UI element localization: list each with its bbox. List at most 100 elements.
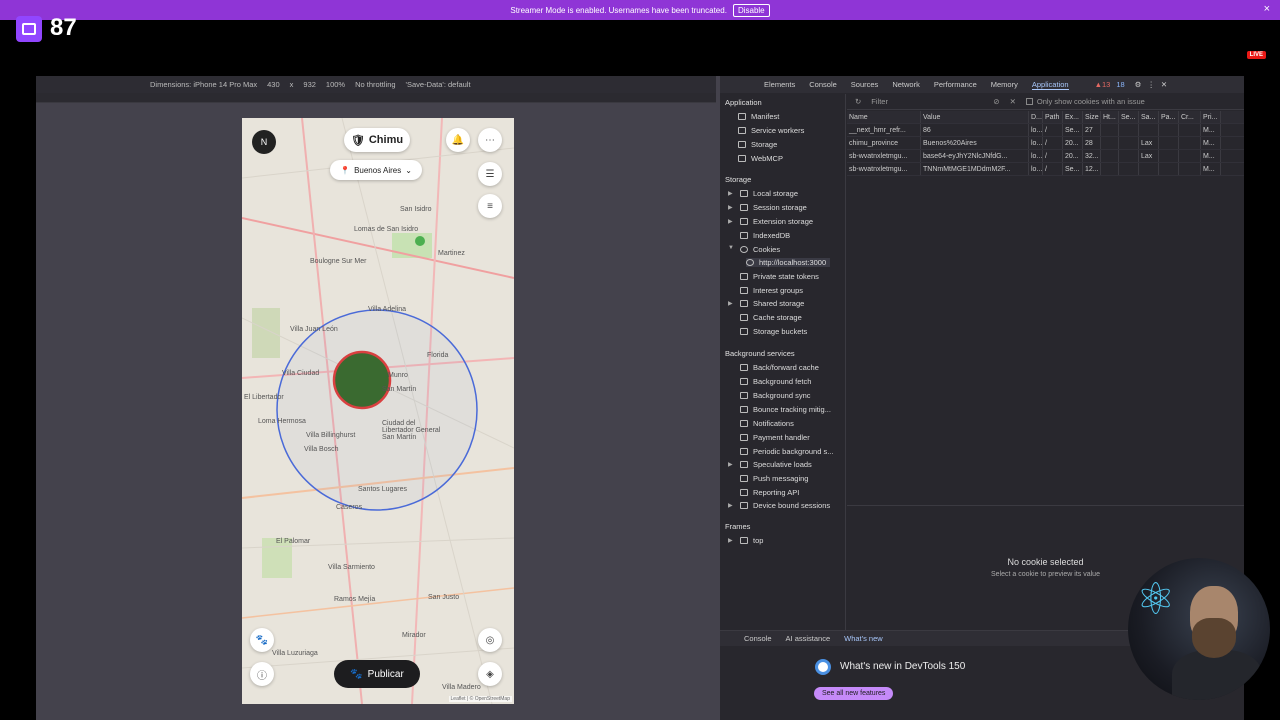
compass-icon[interactable]: ◈ [478, 662, 502, 686]
close-icon[interactable]: ✕ [1161, 80, 1167, 89]
sidebar-item-notifications[interactable]: Notifications [740, 419, 794, 428]
sidebar-item-extension-storage[interactable]: Extension storage [740, 217, 813, 226]
menu-icon[interactable]: ⋯ [478, 128, 502, 152]
column-header[interactable]: Size [1083, 111, 1101, 123]
sidebar-item-bfcache[interactable]: Back/forward cache [740, 363, 819, 372]
expand-arrow-icon[interactable]: ▶ [728, 204, 733, 211]
table-cell [1179, 124, 1201, 136]
database-icon [740, 287, 748, 294]
list-icon[interactable]: ≡ [478, 194, 502, 218]
tab-network[interactable]: Network [892, 80, 920, 89]
sidebar-item-private-state-tokens[interactable]: Private state tokens [740, 272, 819, 281]
sidebar-item-storage-buckets[interactable]: Storage buckets [740, 327, 807, 336]
device-select[interactable]: Dimensions: iPhone 14 Pro Max [150, 80, 257, 89]
banner-close-icon[interactable]: × [1264, 3, 1270, 15]
only-issue-checkbox[interactable] [1025, 98, 1033, 105]
delete-icon[interactable]: ✕ [1010, 97, 1016, 106]
refresh-icon[interactable]: ↻ [855, 97, 861, 106]
tab-elements[interactable]: Elements [764, 80, 795, 89]
clear-filtered-icon[interactable]: ⊘ [993, 97, 999, 106]
filter-input[interactable]: Filter [871, 97, 981, 106]
map-attribution[interactable]: Leaflet | © OpenStreetMap [448, 696, 512, 702]
expand-arrow-icon[interactable]: ▶ [728, 537, 733, 544]
column-header[interactable]: Name [847, 111, 921, 123]
sidebar-item-cookie-origin[interactable]: http://localhost:3000 [746, 258, 831, 267]
messages-count[interactable]: 18 [1116, 80, 1124, 89]
collapse-arrow-icon[interactable]: ▼ [728, 245, 734, 251]
sidebar-item-frame-top[interactable]: top [740, 536, 763, 545]
sidebar-item-local-storage[interactable]: Local storage [740, 189, 798, 198]
sidebar-item-payment-handler[interactable]: Payment handler [740, 433, 810, 442]
column-header[interactable]: Ex... [1063, 111, 1083, 123]
table-row[interactable]: chimu_province Buenos%20Aires lo... / 20… [847, 137, 1244, 150]
column-header[interactable]: Pa... [1159, 111, 1179, 123]
locate-icon[interactable]: ◎ [478, 628, 502, 652]
table-row[interactable]: sb-wvatnxletmgu... base64-eyJhY2NlcJNfdG… [847, 150, 1244, 163]
more-icon[interactable]: ⋮ [1147, 80, 1155, 89]
expand-arrow-icon[interactable]: ▶ [728, 300, 733, 307]
tab-drawer-console[interactable]: Console [744, 634, 772, 643]
streamer-mode-banner: Streamer Mode is enabled. Usernames have… [0, 0, 1280, 20]
column-header[interactable]: Se... [1119, 111, 1139, 123]
disable-button[interactable]: Disable [732, 3, 770, 17]
sidebar-item-speculative-loads[interactable]: Speculative loads [740, 460, 812, 469]
save-data-select[interactable]: 'Save-Data': default [406, 80, 471, 89]
sidebar-item-storage[interactable]: Storage [738, 140, 777, 149]
expand-arrow-icon[interactable]: ▶ [728, 218, 733, 225]
column-header[interactable]: D... [1029, 111, 1043, 123]
sidebar-item-periodic-sync[interactable]: Periodic background s... [740, 447, 833, 456]
sidebar-item-bounce-tracking[interactable]: Bounce tracking mitig... [740, 405, 831, 414]
devtools-tabbar: Elements Console Sources Network Perform… [720, 76, 1244, 93]
filters-icon[interactable]: ☰ [478, 162, 502, 186]
sidebar-item-interest-groups[interactable]: Interest groups [740, 286, 803, 295]
sidebar-item-manifest[interactable]: Manifest [738, 112, 779, 121]
tab-sources[interactable]: Sources [851, 80, 879, 89]
publish-button[interactable]: 🐾 Publicar [334, 660, 420, 688]
sidebar-item-push-messaging[interactable]: Push messaging [740, 474, 808, 483]
sidebar-item-shared-storage[interactable]: Shared storage [740, 299, 804, 308]
sidebar-item-cache-storage[interactable]: Cache storage [740, 313, 802, 322]
table-cell [1159, 137, 1179, 149]
column-header[interactable]: Cr... [1179, 111, 1201, 123]
tab-performance[interactable]: Performance [934, 80, 977, 89]
tab-console[interactable]: Console [809, 80, 837, 89]
expand-arrow-icon[interactable]: ▶ [728, 461, 733, 468]
table-row[interactable]: sb-wvatnxletmgu... TNNmMtMGE1MDdmM2F... … [847, 163, 1244, 176]
avatar[interactable]: N [252, 130, 276, 154]
bell-icon[interactable]: 🔔 [446, 128, 470, 152]
sidebar-item-indexeddb[interactable]: IndexedDB [740, 231, 790, 240]
see-all-features-button[interactable]: See all new features [814, 687, 894, 700]
tab-memory[interactable]: Memory [991, 80, 1018, 89]
sidebar-item-reporting-api[interactable]: Reporting API [740, 488, 799, 497]
tab-whats-new[interactable]: What's new [844, 634, 883, 643]
app-title-chip[interactable]: 🛡 Chimu [344, 128, 410, 152]
sidebar-item-bg-sync[interactable]: Background sync [740, 391, 811, 400]
sidebar-item-service-workers[interactable]: Service workers [738, 126, 804, 135]
expand-arrow-icon[interactable]: ▶ [728, 502, 733, 509]
width-field[interactable]: 430 [267, 80, 280, 89]
column-header[interactable]: Value [921, 111, 1029, 123]
tab-application[interactable]: Application [1031, 80, 1069, 90]
height-field[interactable]: 932 [303, 80, 316, 89]
phone-preview[interactable]: San Isidro Lomas de San Isidro Martinez … [242, 118, 514, 704]
column-header[interactable]: Pri... [1201, 111, 1221, 123]
sidebar-item-bg-fetch[interactable]: Background fetch [740, 377, 811, 386]
location-chip[interactable]: 📍 Buenos Aires ⌄ [330, 160, 422, 180]
expand-arrow-icon[interactable]: ▶ [728, 190, 733, 197]
sidebar-item-cookies[interactable]: Cookies [740, 245, 780, 254]
pets-icon[interactable]: 🐾 [250, 628, 274, 652]
table-row[interactable]: __next_hmr_refr... 86 lo... / Se... 27 M… [847, 124, 1244, 137]
sidebar-item-session-storage[interactable]: Session storage [740, 203, 807, 212]
column-header[interactable]: Ht... [1101, 111, 1119, 123]
tab-ai-assistance[interactable]: AI assistance [786, 634, 831, 643]
sidebar-item-device-bound-sessions[interactable]: Device bound sessions [740, 501, 830, 510]
map-canvas[interactable] [242, 118, 514, 704]
info-icon[interactable]: ⓘ [250, 662, 274, 686]
settings-icon[interactable]: ⚙ [1135, 80, 1142, 89]
throttling-select[interactable]: No throttling [355, 80, 395, 89]
sidebar-item-webmcp[interactable]: WebMCP [738, 154, 783, 163]
column-header[interactable]: Sa... [1139, 111, 1159, 123]
column-header[interactable]: Path [1043, 111, 1063, 123]
issues-count[interactable]: ▲13 [1095, 80, 1111, 89]
zoom-select[interactable]: 100% [326, 80, 345, 89]
